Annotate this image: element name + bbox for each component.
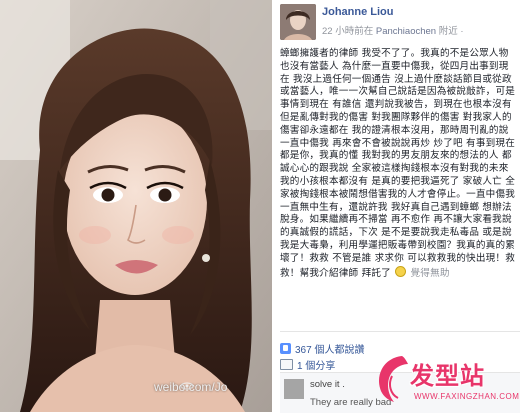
weibo-watermark: weibo.com/Jo [154,380,228,394]
site-logo-url: WWW.FAXINGZHAN.COM [414,392,520,401]
post-meta: 22 小時前在 Panchiaochen 附近 · [322,23,464,37]
likes-row[interactable]: 367 個人都說讚 [280,341,364,356]
emoji-icon [395,265,407,277]
shares-row[interactable]: 1 個分享 [280,357,335,372]
post-meta-suffix: 附近 · [438,26,464,37]
site-logo-text: 发型站 [410,362,485,390]
post-location[interactable]: Panchiaochen [376,26,436,37]
post-body: 蟑螂擁護者的律師 我受不了了。我真的不是公眾人物也沒有當藝人 為什麼一直要中傷我… [280,48,518,280]
author-name[interactable]: Johanne Liou [322,6,394,18]
logo-hair-icon [378,356,408,402]
commenter-avatar[interactable] [284,379,304,399]
shares-count[interactable]: 1 個分享 [297,357,335,372]
avatar-image [280,4,316,40]
post-body-text: 蟑螂擁護者的律師 我受不了了。我真的不是公眾人物也沒有當藝人 為什麼一直要中傷我… [280,48,516,279]
portrait-photo: weibo.com/Jo [0,0,272,412]
portrait-illustration [0,0,272,412]
comment-text: solve it . [310,379,345,390]
facebook-post: Johanne Liou 22 小時前在 Panchiaochen 附近 · 蟑… [272,0,527,413]
author-avatar[interactable] [280,4,316,40]
share-icon [280,359,293,370]
likes-count[interactable]: 367 個人都說讚 [295,341,364,356]
like-thumb-icon [280,343,291,354]
post-time[interactable]: 22 小時前在 [322,26,373,37]
feeling-label: 覺得無助 [410,267,450,279]
